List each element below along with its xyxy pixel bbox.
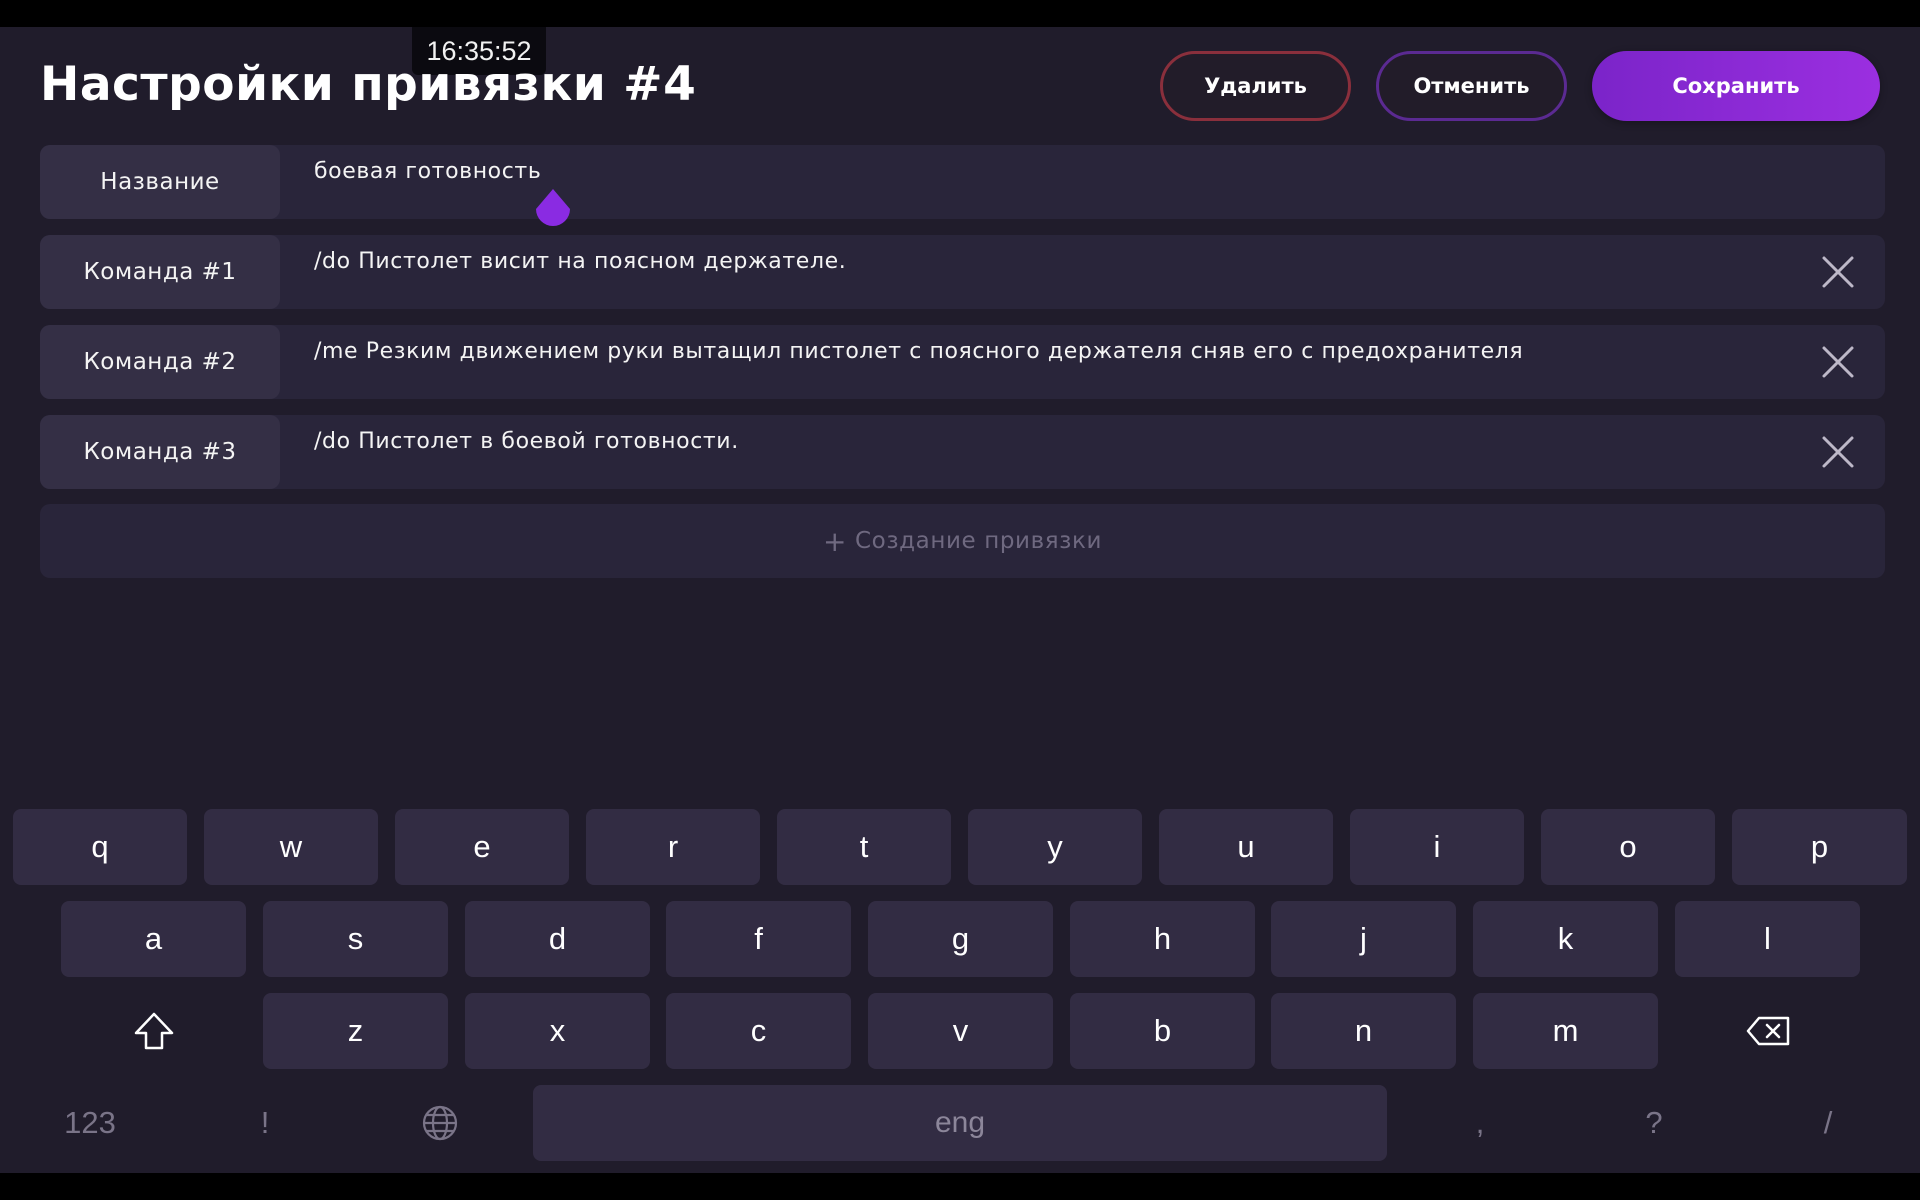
key-o[interactable]: o [1541,809,1715,885]
command-input-1[interactable]: /do Пистолет висит на поясном держателе. [314,249,846,274]
command-row-2[interactable]: Команда #2 /me Резким движением руки выт… [40,325,1885,399]
key-w[interactable]: w [204,809,378,885]
exclamation-key[interactable]: ! [205,1085,325,1161]
key-y[interactable]: y [968,809,1142,885]
command-label-2: Команда #2 [40,325,280,399]
key-q[interactable]: q [13,809,187,885]
key-t[interactable]: t [777,809,951,885]
binding-settings-screen: 16:35:52 Настройки привязки #4 Удалить О… [0,27,1920,1173]
key-m[interactable]: m [1473,993,1658,1069]
key-u[interactable]: u [1159,809,1333,885]
key-i[interactable]: i [1350,809,1524,885]
key-g[interactable]: g [868,901,1053,977]
key-s[interactable]: s [263,901,448,977]
key-n[interactable]: n [1271,993,1456,1069]
command-input-3[interactable]: /do Пистолет в боевой готовности. [314,429,739,454]
name-field-row[interactable]: Название боевая готовность [40,145,1885,219]
numbers-key[interactable]: 123 [30,1085,150,1161]
command-label-1: Команда #1 [40,235,280,309]
command-row-3[interactable]: Команда #3 /do Пистолет в боевой готовно… [40,415,1885,489]
shift-icon [134,1012,173,1050]
name-field-label: Название [40,145,280,219]
key-c[interactable]: c [666,993,851,1069]
globe-icon [422,1105,458,1141]
page-title: Настройки привязки #4 [40,57,697,112]
key-l[interactable]: l [1675,901,1860,977]
close-icon[interactable] [1821,435,1855,469]
key-h[interactable]: h [1070,901,1255,977]
key-x[interactable]: x [465,993,650,1069]
slash-key[interactable]: / [1768,1085,1888,1161]
key-b[interactable]: b [1070,993,1255,1069]
key-k[interactable]: k [1473,901,1658,977]
comma-key[interactable]: , [1420,1085,1540,1161]
create-binding-button[interactable]: + Создание привязки [40,504,1885,578]
save-button[interactable]: Сохранить [1592,51,1880,121]
space-key[interactable]: eng [533,1085,1387,1161]
close-icon[interactable] [1821,345,1855,379]
key-z[interactable]: z [263,993,448,1069]
key-v[interactable]: v [868,993,1053,1069]
key-p[interactable]: p [1732,809,1907,885]
plus-icon: + [822,524,847,558]
key-d[interactable]: d [465,901,650,977]
shift-key[interactable] [61,993,246,1069]
command-input-2[interactable]: /me Резким движением руки вытащил пистол… [314,339,1523,364]
key-a[interactable]: a [61,901,246,977]
command-label-3: Команда #3 [40,415,280,489]
key-f[interactable]: f [666,901,851,977]
backspace-icon [1746,1016,1789,1046]
key-r[interactable]: r [586,809,760,885]
language-key[interactable] [380,1085,500,1161]
backspace-key[interactable] [1675,993,1860,1069]
cancel-button[interactable]: Отменить [1376,51,1567,121]
question-key[interactable]: ? [1594,1085,1714,1161]
name-field-input[interactable]: боевая готовность [314,159,541,184]
command-row-1[interactable]: Команда #1 /do Пистолет висит на поясном… [40,235,1885,309]
close-icon[interactable] [1821,255,1855,289]
key-j[interactable]: j [1271,901,1456,977]
text-cursor-handle-icon[interactable] [532,187,574,229]
create-binding-label: Создание привязки [855,528,1103,554]
delete-button[interactable]: Удалить [1160,51,1351,121]
key-e[interactable]: e [395,809,569,885]
